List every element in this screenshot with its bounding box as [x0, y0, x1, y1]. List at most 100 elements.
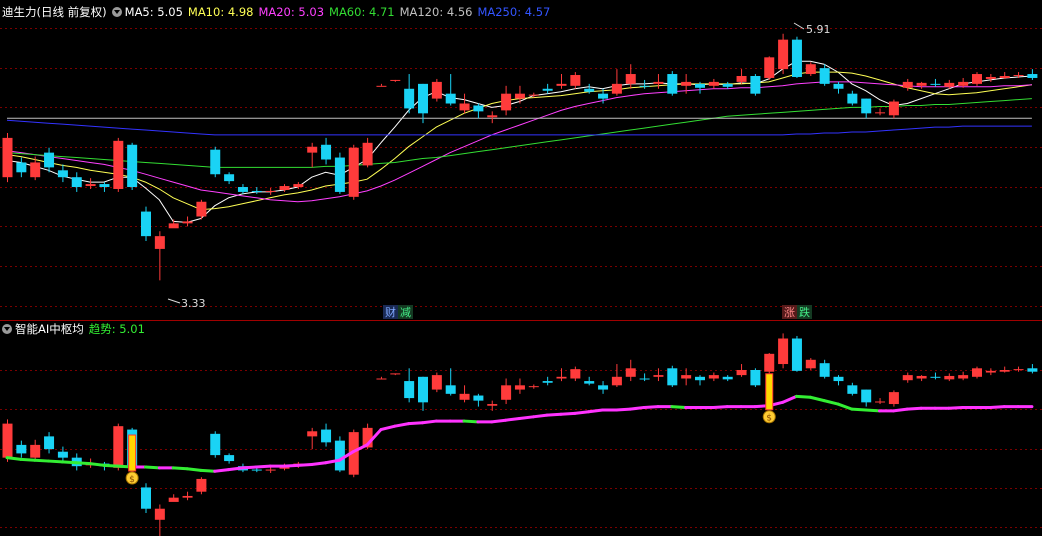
price-candle-body [224, 174, 235, 182]
trend-segment [102, 463, 120, 468]
indicator-candle-body [307, 431, 318, 437]
trend-segment [517, 415, 535, 421]
trend-segment [240, 465, 258, 470]
trend-segment [227, 466, 244, 472]
badge-jian[interactable]: 减 [400, 306, 411, 319]
indicator-candle-body [113, 426, 124, 468]
stock-chart: $ $ 5.91 3.33 财 减 涨 跌 [0, 22, 1042, 536]
indicator-candle-body [418, 376, 428, 403]
main-candles [2, 33, 1038, 281]
trend-segment [587, 408, 605, 414]
price-candle-body [196, 201, 207, 217]
indicator-candle-body [584, 381, 595, 384]
indicator-candle-body [708, 375, 719, 379]
price-candle-body [833, 83, 844, 89]
trend-segment [213, 468, 231, 473]
indicator-candle-body [404, 381, 415, 399]
legend-ma20: MA20: 5.03 [258, 5, 325, 19]
price-candle-body [875, 112, 886, 114]
badge-zhang[interactable]: 涨 [784, 306, 795, 319]
price-candle-body [611, 83, 622, 94]
price-candle-body [71, 177, 82, 188]
indicator-candle-body [1013, 369, 1024, 371]
indicator-candle-body [695, 376, 705, 381]
price-candle-body [598, 93, 609, 99]
trend-segment [905, 406, 923, 411]
price-candle-body [334, 157, 345, 192]
badge-die[interactable]: 跌 [799, 305, 810, 319]
price-candle-body [182, 221, 193, 224]
grid-lines [0, 28, 1042, 528]
indicator-candle-body [501, 385, 512, 400]
price-candle-body [1013, 75, 1024, 77]
trend-segment [407, 421, 424, 426]
indicator-candle-body [431, 375, 442, 390]
trend-segment [171, 466, 189, 471]
price-candle-body [2, 137, 13, 178]
trend-segment [711, 405, 729, 409]
price-candle-body [251, 190, 262, 192]
signal-bar [765, 373, 774, 411]
indicator-candle-body [196, 478, 207, 492]
indicator-title: 智能AI中枢均 [15, 322, 84, 336]
price-candle-body [85, 184, 96, 187]
price-candle-body [1027, 74, 1038, 78]
indicator-candle-body [265, 469, 276, 471]
trend-segment [947, 405, 965, 410]
trend-segment [628, 405, 646, 411]
trend-segment [836, 402, 854, 411]
trend-segment [531, 413, 549, 419]
indicator-candle-body [542, 381, 553, 383]
indicator-candle-body [639, 378, 650, 380]
price-candle-body [985, 76, 996, 79]
trend-segment [822, 399, 840, 406]
trend-segment [421, 419, 438, 425]
indicator-candle-body [791, 338, 802, 371]
main-title: 迪生力(日线 前复权) [2, 5, 107, 19]
indicator-candle-body [528, 386, 539, 388]
trend-segment [379, 424, 397, 432]
price-candle-body [667, 74, 678, 94]
legend-ma5: MA5: 5.05 [124, 5, 183, 19]
indicator-candle-body [154, 508, 165, 520]
price-candle-body [944, 82, 955, 87]
price-candle-body [473, 105, 484, 112]
price-candle-body [916, 82, 927, 86]
trend-segment [185, 467, 203, 472]
price-candle-body [390, 79, 401, 81]
price-candle-body [321, 144, 332, 160]
price-candle-body [584, 88, 595, 92]
price-candle-body [376, 85, 387, 87]
indicator-candle-body [999, 370, 1010, 372]
indicator-candle-body [473, 395, 484, 401]
main-header: 迪生力(日线 前复权) MA5: 5.05 MA10: 4.98 MA20: 5… [2, 4, 555, 20]
legend-ma60: MA60: 4.71 [329, 5, 395, 19]
price-candle-body [168, 223, 179, 229]
badge-cai[interactable]: 财 [385, 305, 396, 319]
price-candle-body [958, 81, 969, 86]
price-candle-body [293, 184, 304, 188]
collapse-icon[interactable] [111, 7, 122, 17]
indicator-candle-body [875, 401, 886, 403]
price-candle-body [695, 83, 705, 88]
indicator-candle-body [916, 375, 927, 379]
indicator-candle-body [805, 359, 816, 369]
indicator-candle-body [44, 436, 55, 450]
trend-segment [573, 410, 591, 415]
price-candle-body [861, 98, 872, 114]
price-candle-body [708, 81, 719, 86]
indicator-candle-body [141, 487, 151, 509]
indicator-candle-body [902, 375, 913, 381]
indicator-candle-body [224, 455, 235, 462]
trend-segment [850, 407, 868, 412]
price-candle-body [778, 39, 789, 70]
price-candle-body [501, 93, 512, 111]
high-label: 5.91 [806, 23, 831, 36]
collapse-icon[interactable] [2, 324, 12, 334]
trend-segment [47, 459, 64, 464]
indicator-candle-body [459, 393, 470, 400]
trend-segment [60, 460, 78, 465]
price-candle-body [639, 85, 650, 87]
price-candle-body [681, 81, 692, 86]
price-candle-body [791, 39, 802, 77]
